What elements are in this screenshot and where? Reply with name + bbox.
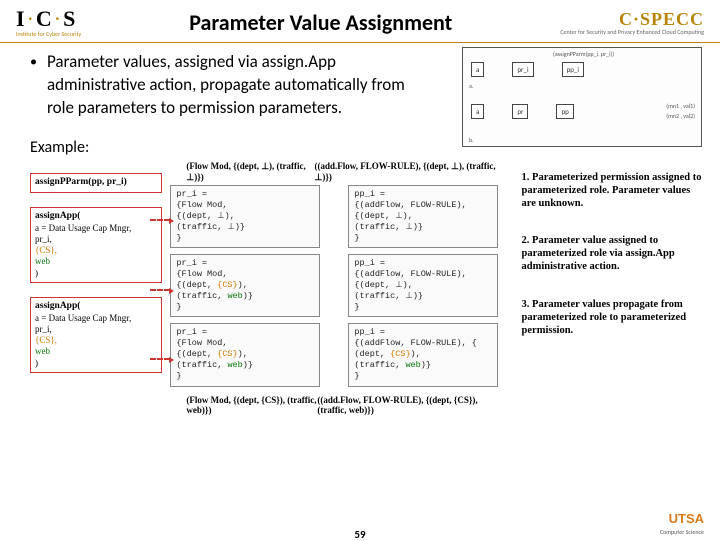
slide-header: I·C·S Institute for Cyber Security Param… bbox=[0, 0, 720, 43]
example-area: assignPParm(pp, pr_i) assignApp( a = Dat… bbox=[30, 161, 702, 415]
pair-row-1: pr_i ={Flow Mod,{(dept, ⊥),(traffic, ⊥)}… bbox=[162, 185, 515, 254]
pr-box-1: pr_i ={Flow Mod,{(dept, ⊥),(traffic, ⊥)}… bbox=[170, 185, 320, 248]
logo-left-subtitle: Institute for Cyber Security bbox=[16, 30, 81, 38]
bottom-right: ((add.Flow, FLOW-RULE), {(dept, {CS}), (… bbox=[317, 395, 499, 415]
arrow-icon bbox=[150, 219, 170, 221]
arrow-icon bbox=[150, 358, 170, 360]
assign-app-block-1: assignApp( a = Data Usage Cap Mngr, pr_i… bbox=[30, 207, 162, 283]
pair-row-2: pr_i ={Flow Mod,{(dept, {CS}),(traffic, … bbox=[162, 254, 515, 323]
head-right: ((add.Flow, FLOW-RULE), {(dept, ⊥), (tra… bbox=[315, 161, 500, 183]
slide-title: Parameter Value Assignment bbox=[81, 9, 560, 36]
top-diagram: (assignPParm(pp_i, pr_i)) a pr_i pp_i a.… bbox=[462, 47, 702, 147]
note-1: 1. Parameterized permission assigned to … bbox=[522, 171, 702, 210]
left-column: assignPParm(pp, pr_i) assignApp( a = Dat… bbox=[30, 161, 162, 373]
note-3: 3. Parameter values propagate from param… bbox=[522, 298, 702, 337]
bullet-text: Parameter values, assigned via assign.Ap… bbox=[47, 51, 427, 120]
head-left: (Flow Mod, {(dept, ⊥), (traffic, ⊥)}) bbox=[186, 161, 314, 183]
center-column: (Flow Mod, {(dept, ⊥), (traffic, ⊥)}) ((… bbox=[162, 161, 515, 415]
pr-box-3: pr_i ={Flow Mod,{(dept, {CS}),(traffic, … bbox=[170, 323, 320, 386]
logo-right: C·SPECC Center for Security and Privacy … bbox=[560, 9, 704, 36]
bullet-icon: • bbox=[30, 51, 37, 73]
assign-app-block-2: assignApp( a = Data Usage Cap Mngr, pr_i… bbox=[30, 297, 162, 373]
pair-row-3: pr_i ={Flow Mod,{(dept, {CS}),(traffic, … bbox=[162, 323, 515, 392]
assign-pparm-block: assignPParm(pp, pr_i) bbox=[30, 173, 162, 193]
pp-box-1: pp_i ={(addFlow, FLOW-RULE),{(dept, ⊥),(… bbox=[348, 185, 498, 248]
bottom-left: (Flow Mod, {(dept, {CS}), (traffic, web)… bbox=[186, 395, 317, 415]
logo-left: I·C·S Institute for Cyber Security bbox=[16, 6, 81, 38]
page-number: 59 bbox=[354, 528, 365, 541]
arrow-icon bbox=[150, 289, 170, 291]
pp-box-2: pp_i ={(addFlow, FLOW-RULE),{(dept, ⊥),(… bbox=[348, 254, 498, 317]
utsa-logo: UTSA Computer Science bbox=[660, 509, 704, 536]
pp-box-3: pp_i ={(addFlow, FLOW-RULE), {(dept, {CS… bbox=[348, 323, 498, 386]
note-2: 2. Parameter value assigned to parameter… bbox=[522, 234, 702, 273]
notes-column: 1. Parameterized permission assigned to … bbox=[516, 161, 702, 337]
pr-box-2: pr_i ={Flow Mod,{(dept, {CS}),(traffic, … bbox=[170, 254, 320, 317]
